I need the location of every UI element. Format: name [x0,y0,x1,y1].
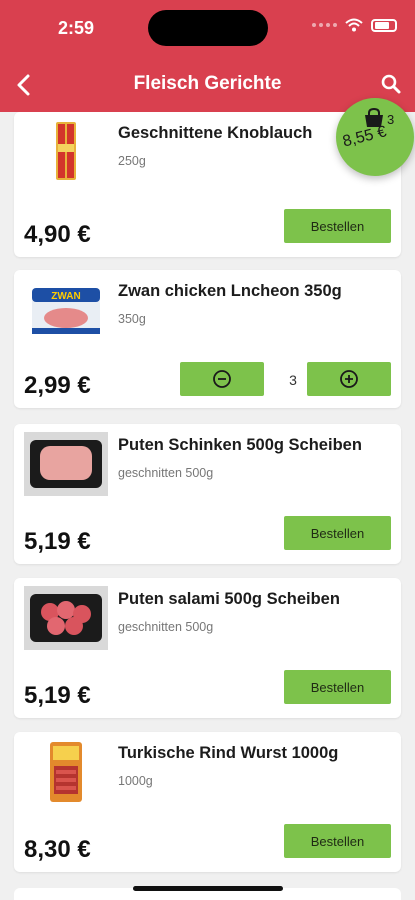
cart-count: 3 [387,112,395,127]
dynamic-island [148,10,268,46]
product-description: geschnitten 500g [118,466,214,480]
product-card: ZWAN Zwan chicken Lncheon 350g 350g 2,99… [14,270,401,408]
product-price: 5,19 € [24,682,91,709]
search-button[interactable] [379,72,403,96]
product-weight: 250g [118,154,146,168]
plus-circle-icon [340,370,358,388]
product-image [24,120,108,184]
battery-icon [371,18,397,32]
product-name: Puten Schinken 500g Scheiben [118,436,362,454]
product-price: 8,30 € [24,836,91,863]
quantity-decrease-button[interactable] [180,362,264,396]
product-list[interactable]: Geschnittene Knoblauch 250g 4,90 € Beste… [0,112,415,900]
product-name: Turkische Rind Wurst 1000g [118,744,339,762]
order-button[interactable]: Bestellen [284,824,391,858]
order-button[interactable]: Bestellen [284,670,391,704]
product-card: Puten Schinken 500g Scheiben geschnitten… [14,424,401,564]
product-description: geschnitten 500g [118,620,214,634]
app-header: 2:59 Fleisch Gerichte [0,0,415,112]
product-name: Puten salami 500g Scheiben [118,590,340,608]
product-name: Zwan chicken Lncheon 350g [118,282,342,300]
product-image [24,432,108,496]
quantity-value: 3 [289,372,297,388]
product-card: Puten salami 500g Scheiben geschnitten 5… [14,578,401,718]
order-button[interactable]: Bestellen [284,209,391,243]
brand-label: ZWAN [51,291,80,302]
page-title: Fleisch Gerichte [133,73,282,94]
product-image [24,586,108,650]
product-image [24,740,108,804]
cart-button[interactable]: 3 8,55 € [336,98,414,176]
status-time: 2:59 [58,18,95,38]
status-icons [312,18,397,32]
product-weight: 350g [118,312,146,326]
minus-circle-icon [213,370,231,388]
cart-total: 8,55 € [341,123,389,151]
product-price: 5,19 € [24,528,91,555]
product-image: ZWAN [24,278,108,342]
home-indicator [133,886,283,891]
product-weight: 1000g [118,774,153,788]
product-price: 4,90 € [24,221,91,248]
signal-icon [312,23,337,27]
wifi-icon [345,18,363,32]
product-price: 2,99 € [24,372,91,399]
search-icon [381,74,401,94]
order-button[interactable]: Bestellen [284,516,391,550]
quantity-increase-button[interactable] [307,362,391,396]
product-card: Turkische Rind Wurst 1000g 1000g 8,30 € … [14,732,401,872]
